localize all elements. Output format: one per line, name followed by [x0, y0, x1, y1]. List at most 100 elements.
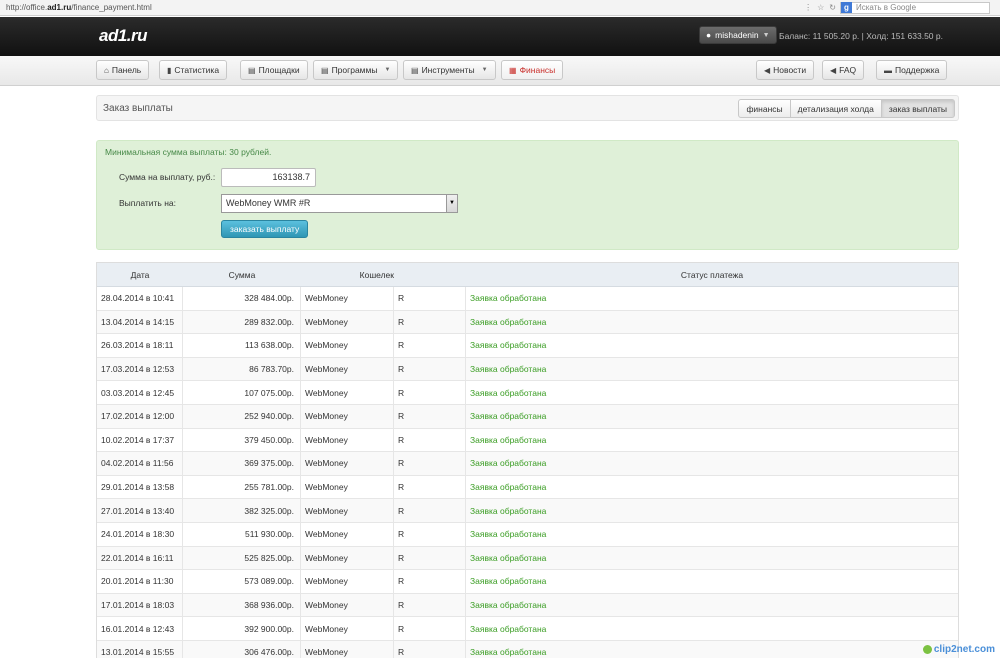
nav-faq-button[interactable]: ◀ FAQ — [822, 60, 865, 80]
chevron-down-icon: ▼ — [762, 31, 770, 39]
bookmark-star-icon[interactable]: ☆ — [817, 3, 824, 12]
cell-date: 04.02.2014 в 11:56 — [97, 452, 183, 475]
table-row: 03.03.2014 в 12:45 107 075.00р. WebMoney R З… — [97, 381, 958, 405]
user-menu-button[interactable]: ● mishadenin ▼ — [699, 26, 777, 44]
cell-date: 29.01.2014 в 13:58 — [97, 475, 183, 499]
cell-wallet: WebMoney — [301, 452, 394, 475]
cell-status: Заявка обработана — [470, 364, 547, 375]
site-header: ad1.ru ● mishadenin ▼ Баланс: 11 505.20 … — [0, 17, 1000, 56]
user-icon: ● — [706, 30, 712, 40]
order-payment-button[interactable]: заказать выплату — [221, 220, 309, 238]
nav-news-button[interactable]: ◀ Новости — [756, 60, 815, 80]
pay-to-select[interactable]: WebMoney WMR #R ▼ — [221, 194, 458, 213]
cell-date: 28.04.2014 в 10:41 — [97, 287, 183, 310]
cell-status: Заявка обработана — [470, 293, 547, 304]
table-row: 13.01.2014 в 15:55 306 476.00р. WebMoney R З… — [97, 640, 958, 658]
cell-wallet-type: R — [394, 357, 466, 381]
list-icon: ▤ — [248, 65, 256, 75]
cell-amount: 255 781.00р. — [183, 475, 301, 499]
calendar-icon: ▦ — [509, 65, 517, 75]
tab-hold-details[interactable]: детализация холда — [789, 99, 882, 118]
cell-amount: 368 936.00р. — [183, 593, 301, 617]
list-icon: ▤ — [321, 65, 329, 75]
finance-tabs: финансы детализация холда заказ выплаты — [738, 99, 955, 118]
nav-stats-button[interactable]: ▮ Статистика — [159, 60, 228, 80]
cell-date: 17.03.2014 в 12:53 — [97, 357, 183, 381]
min-amount-note: Минимальная сумма выплаты: 30 рублей. — [105, 147, 272, 157]
chevron-down-icon: ▼ — [481, 67, 488, 73]
cell-date: 10.02.2014 в 17:37 — [97, 428, 183, 452]
cell-amount: 289 832.00р. — [183, 310, 301, 334]
cell-wallet: WebMoney — [301, 570, 394, 593]
cell-date: 17.02.2014 в 12:00 — [97, 404, 183, 428]
clip2net-watermark: clip2net.com — [922, 644, 995, 655]
cell-amount: 328 484.00р. — [183, 287, 301, 310]
amount-label: Сумма на выплату, руб.: — [119, 172, 216, 182]
col-wallet: Кошелек — [359, 269, 394, 280]
table-body: 28.04.2014 в 10:41 328 484.00р. WebMoney R З… — [97, 287, 958, 658]
cell-date: 27.01.2014 в 13:40 — [97, 499, 183, 522]
payments-table: Дата Сумма Кошелек Статус платежа 28.04.… — [96, 262, 959, 658]
cell-status: Заявка обработана — [470, 505, 547, 516]
tab-payment-order[interactable]: заказ выплаты — [880, 99, 955, 118]
cell-wallet-type: R — [394, 499, 466, 522]
cell-wallet-type: R — [394, 310, 466, 334]
cell-amount: 369 375.00р. — [183, 452, 301, 475]
nav-programs-dropdown[interactable]: ▤ Программы ▼ — [313, 60, 399, 80]
url-prefix: http://office. — [6, 3, 48, 12]
rss-icon[interactable]: ⋮ — [804, 3, 812, 12]
nav-tools-dropdown[interactable]: ▤ Инструменты ▼ — [403, 60, 496, 80]
cell-amount: 113 638.00р. — [183, 334, 301, 357]
cell-wallet: WebMoney — [301, 617, 394, 640]
page-title-bar: Заказ выплаты финансы детализация холда … — [96, 95, 959, 121]
nav-support-button[interactable]: ▬ Поддержка — [876, 60, 948, 80]
table-row: 17.03.2014 в 12:53 86 783.70р. WebMoney R За… — [97, 357, 958, 382]
cell-amount: 382 325.00р. — [183, 499, 301, 522]
chevron-down-icon[interactable]: ▼ — [446, 195, 457, 212]
cell-date: 13.01.2014 в 15:55 — [97, 640, 183, 658]
chevron-down-icon: ▼ — [384, 67, 391, 73]
amount-input[interactable]: 163138.7 — [221, 168, 316, 187]
cell-wallet: WebMoney — [301, 381, 394, 404]
table-row: 20.01.2014 в 11:30 573 089.00р. WebMoney R З… — [97, 570, 958, 594]
cell-date: 22.01.2014 в 16:11 — [97, 546, 183, 570]
browser-search-box[interactable]: g Искать в Google — [840, 1, 990, 14]
cell-amount: 511 930.00р. — [183, 522, 301, 546]
cell-wallet-type: R — [394, 381, 466, 404]
comment-icon: ▬ — [884, 65, 892, 75]
cell-date: 17.01.2014 в 18:03 — [97, 593, 183, 617]
cell-wallet: WebMoney — [301, 522, 394, 546]
cell-status: Заявка обработана — [470, 340, 547, 351]
cell-wallet: WebMoney — [301, 357, 394, 381]
cell-wallet-type: R — [394, 593, 466, 617]
cell-wallet: WebMoney — [301, 546, 394, 570]
url-path: /finance_payment.html — [71, 3, 152, 12]
url-field[interactable]: http://office.ad1.ru/finance_payment.htm… — [0, 3, 804, 12]
cell-wallet-type: R — [394, 522, 466, 546]
home-icon: ⌂ — [104, 65, 109, 75]
table-row: 26.03.2014 в 18:11 113 638.00р. WebMoney R З… — [97, 334, 958, 358]
table-row: 22.01.2014 в 16:11 525 825.00р. WebMoney R З… — [97, 546, 958, 571]
nav-panel-button[interactable]: ⌂ Панель — [96, 60, 150, 80]
cell-wallet: WebMoney — [301, 499, 394, 522]
reload-icon[interactable]: ↻ — [829, 3, 836, 12]
cell-status: Заявка обработана — [470, 411, 547, 422]
cell-wallet-type: R — [394, 640, 466, 658]
nav-sites-button[interactable]: ▤ Площадки — [240, 60, 308, 80]
cell-status: Заявка обработана — [470, 482, 547, 493]
nav-finance-button[interactable]: ▦ Финансы — [501, 60, 564, 80]
cell-status: Заявка обработана — [470, 434, 547, 445]
table-row: 27.01.2014 в 13:40 382 325.00р. WebMoney R З… — [97, 499, 958, 523]
table-row: 17.02.2014 в 12:00 252 940.00р. WebMoney R З… — [97, 404, 958, 429]
tab-finance[interactable]: финансы — [738, 99, 791, 118]
cell-date: 13.04.2014 в 14:15 — [97, 310, 183, 334]
pay-to-selected-value: WebMoney WMR #R — [226, 198, 311, 208]
search-placeholder: Искать в Google — [856, 3, 917, 12]
nav-label: FAQ — [839, 65, 857, 75]
cell-wallet: WebMoney — [301, 310, 394, 334]
clip2net-logo-icon — [922, 645, 932, 654]
cell-date: 24.01.2014 в 18:30 — [97, 522, 183, 546]
nav-label: Площадки — [258, 65, 300, 75]
nav-label: Панель — [111, 65, 142, 75]
site-logo[interactable]: ad1.ru — [99, 26, 148, 46]
